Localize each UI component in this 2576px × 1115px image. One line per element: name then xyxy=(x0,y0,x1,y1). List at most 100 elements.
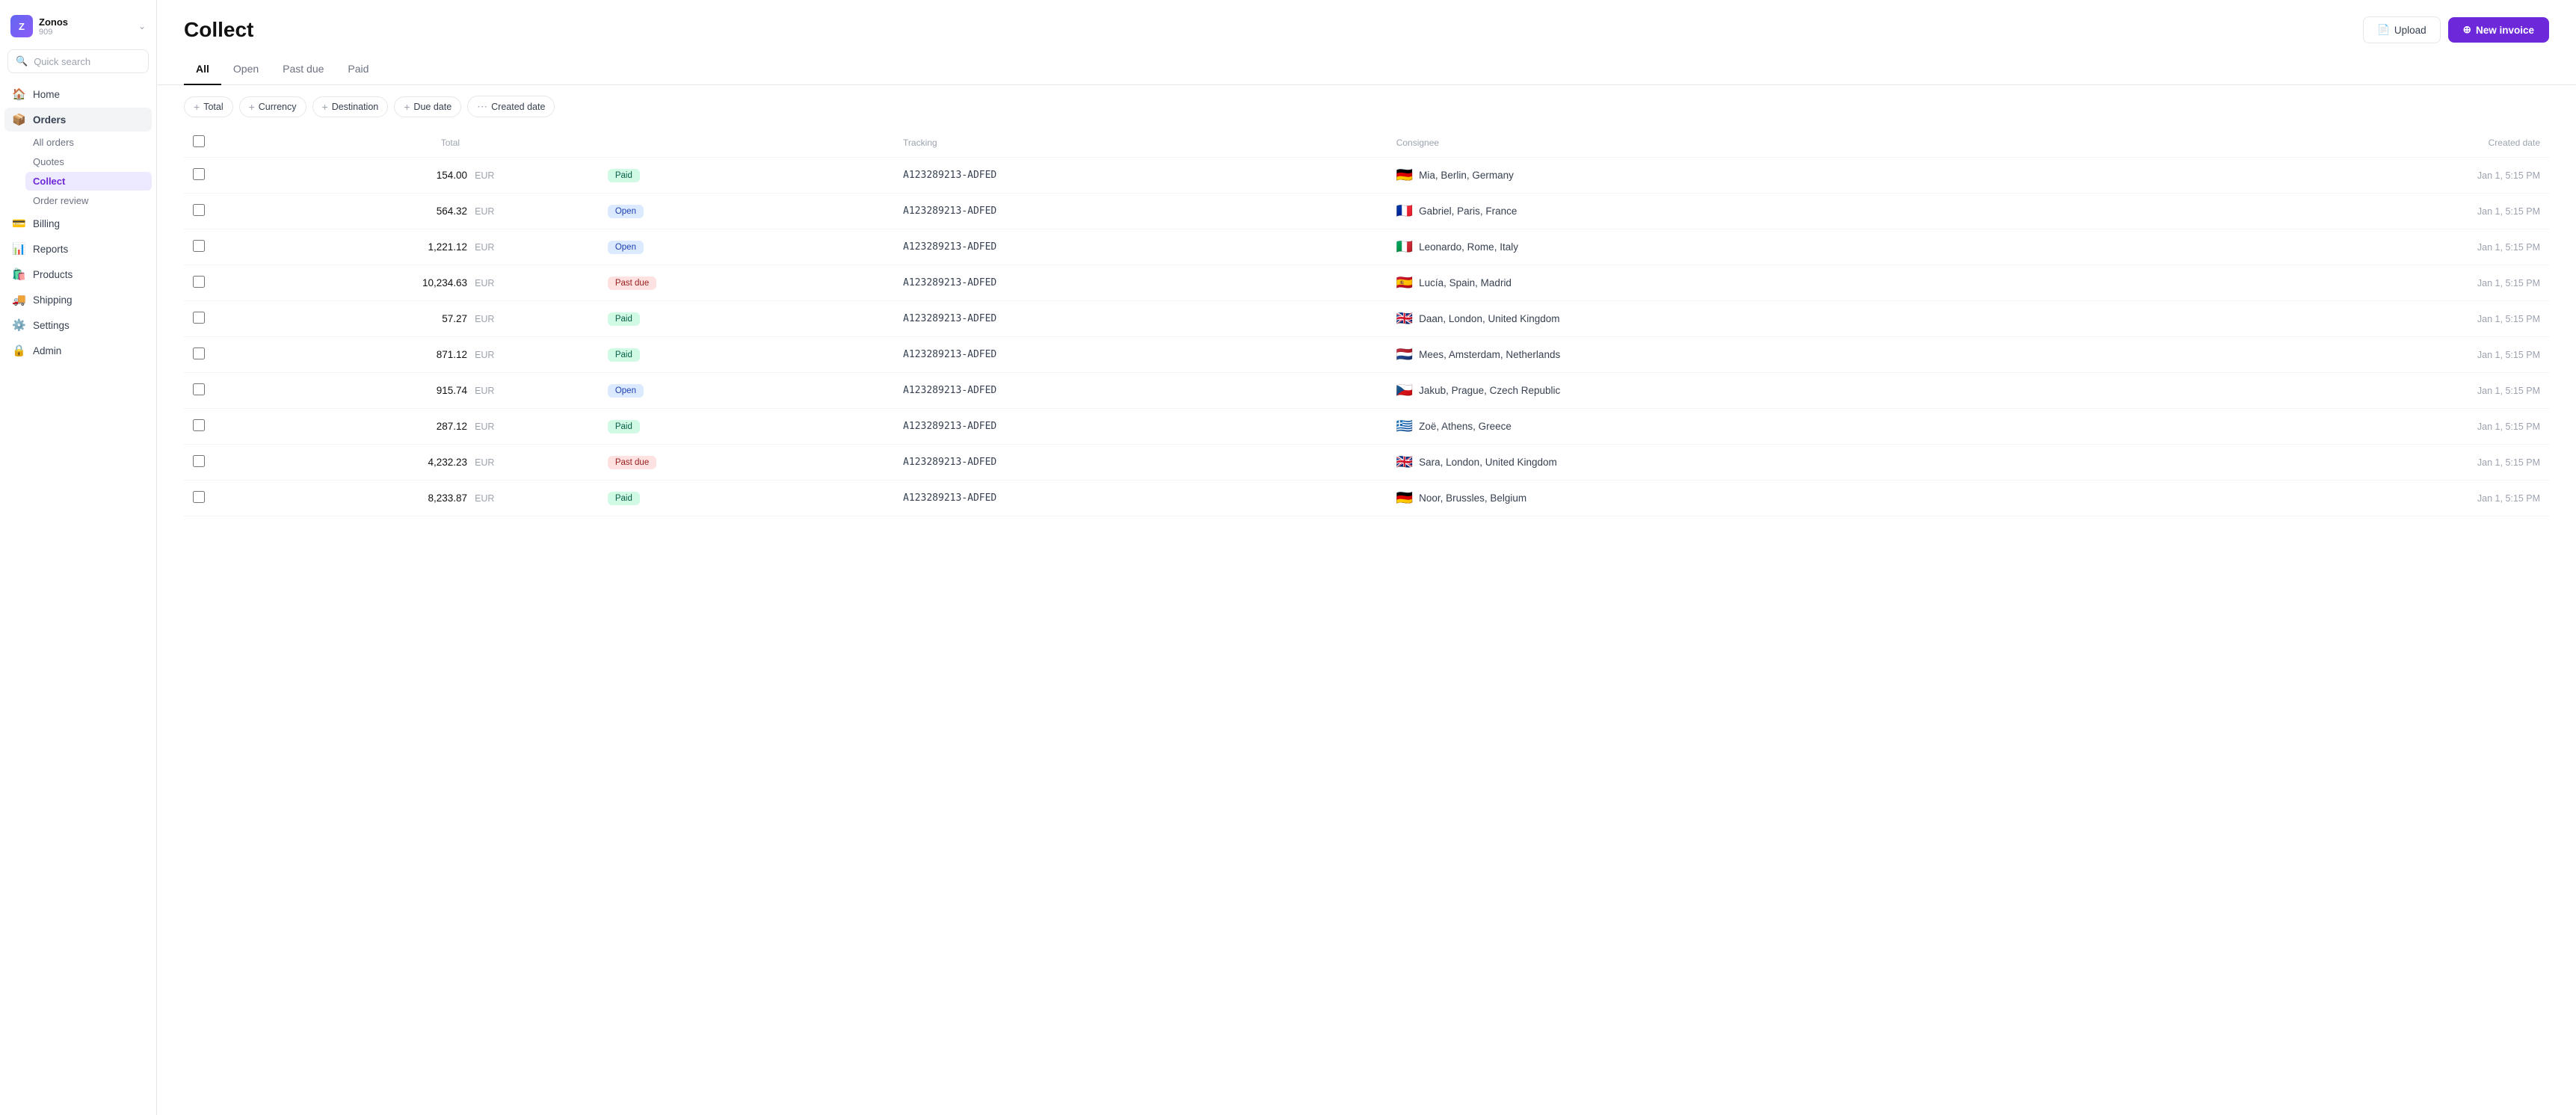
table-row: 915.74 EUR Open A123289213-ADFED 🇨🇿 Jaku… xyxy=(184,373,2549,409)
invoice-total: 154.00 xyxy=(214,158,472,194)
invoice-status: Paid xyxy=(599,158,894,194)
invoice-currency: EUR xyxy=(472,445,599,481)
sidebar-item-label: Orders xyxy=(33,114,66,126)
sidebar-item-reports[interactable]: 📊 Reports xyxy=(4,237,152,261)
table-row: 154.00 EUR Paid A123289213-ADFED 🇩🇪 Mia,… xyxy=(184,158,2549,194)
invoice-tracking[interactable]: A123289213-ADFED xyxy=(894,301,1387,337)
filter-due-date[interactable]: + Due date xyxy=(394,96,461,117)
sidebar-item-label: Shipping xyxy=(33,294,73,306)
filter-total[interactable]: + Total xyxy=(184,96,233,117)
select-all-checkbox[interactable] xyxy=(193,135,205,147)
settings-icon: ⚙️ xyxy=(12,318,25,332)
filter-label: Due date xyxy=(413,102,452,112)
filter-label: Created date xyxy=(491,102,545,112)
col-created-date: Created date xyxy=(2192,128,2549,158)
invoice-status: Paid xyxy=(599,337,894,373)
sidebar-item-orders[interactable]: 📦 Orders xyxy=(4,108,152,132)
sidebar-item-collect[interactable]: Collect xyxy=(25,172,152,191)
invoice-total: 915.74 xyxy=(214,373,472,409)
sidebar-item-label: Settings xyxy=(33,320,70,331)
invoice-date: Jan 1, 5:15 PM xyxy=(2192,301,2549,337)
consignee-name: Sara, London, United Kingdom xyxy=(1419,457,1557,468)
table-row: 4,232.23 EUR Past due A123289213-ADFED 🇬… xyxy=(184,445,2549,481)
tab-paid[interactable]: Paid xyxy=(336,57,380,85)
sidebar-item-order-review[interactable]: Order review xyxy=(25,191,152,210)
invoice-tracking[interactable]: A123289213-ADFED xyxy=(894,337,1387,373)
sidebar-item-billing[interactable]: 💳 Billing xyxy=(4,211,152,235)
invoice-date: Jan 1, 5:15 PM xyxy=(2192,481,2549,516)
row-checkbox[interactable] xyxy=(193,168,205,180)
plus-icon: + xyxy=(404,101,410,113)
invoice-total: 57.27 xyxy=(214,301,472,337)
sidebar-item-quotes[interactable]: Quotes xyxy=(25,152,152,171)
invoice-tracking[interactable]: A123289213-ADFED xyxy=(894,158,1387,194)
invoice-consignee: 🇮🇹 Leonardo, Rome, Italy xyxy=(1387,229,2193,265)
invoice-currency: EUR xyxy=(472,158,599,194)
invoice-currency: EUR xyxy=(472,337,599,373)
tab-all[interactable]: All xyxy=(184,57,221,85)
col-tracking: Tracking xyxy=(894,128,1387,158)
invoice-consignee: 🇫🇷 Gabriel, Paris, France xyxy=(1387,194,2193,229)
invoice-status: Open xyxy=(599,373,894,409)
row-checkbox[interactable] xyxy=(193,348,205,359)
country-flag: 🇮🇹 xyxy=(1396,239,1413,255)
invoice-total: 10,234.63 xyxy=(214,265,472,301)
new-invoice-button[interactable]: ⊕ New invoice xyxy=(2448,17,2549,43)
invoice-status: Open xyxy=(599,229,894,265)
status-badge: Paid xyxy=(608,492,640,505)
country-flag: 🇩🇪 xyxy=(1396,167,1413,183)
brand-id: 909 xyxy=(39,28,68,37)
filter-created-date[interactable]: ⋯ Created date xyxy=(467,96,555,117)
sidebar-item-all-orders[interactable]: All orders xyxy=(25,133,152,152)
row-checkbox[interactable] xyxy=(193,312,205,324)
nav-section: 🏠 Home 📦 Orders All orders Quotes Collec… xyxy=(0,82,156,364)
col-status xyxy=(599,128,894,158)
invoice-tracking[interactable]: A123289213-ADFED xyxy=(894,445,1387,481)
sidebar-item-admin[interactable]: 🔒 Admin xyxy=(4,339,152,362)
sidebar-item-products[interactable]: 🛍️ Products xyxy=(4,262,152,286)
country-flag: 🇬🇷 xyxy=(1396,418,1413,434)
invoice-date: Jan 1, 5:15 PM xyxy=(2192,158,2549,194)
row-checkbox[interactable] xyxy=(193,276,205,288)
brand[interactable]: Z Zonos 909 xyxy=(10,15,68,37)
invoice-status: Paid xyxy=(599,481,894,516)
invoice-tracking[interactable]: A123289213-ADFED xyxy=(894,373,1387,409)
invoice-tracking[interactable]: A123289213-ADFED xyxy=(894,409,1387,445)
tab-past-due[interactable]: Past due xyxy=(271,57,336,85)
invoice-consignee: 🇩🇪 Noor, Brussles, Belgium xyxy=(1387,481,2193,516)
invoice-currency: EUR xyxy=(472,373,599,409)
products-icon: 🛍️ xyxy=(12,268,25,281)
sidebar-item-home[interactable]: 🏠 Home xyxy=(4,82,152,106)
invoice-tracking[interactable]: A123289213-ADFED xyxy=(894,194,1387,229)
row-checkbox[interactable] xyxy=(193,419,205,431)
row-checkbox[interactable] xyxy=(193,204,205,216)
table-row: 871.12 EUR Paid A123289213-ADFED 🇳🇱 Mees… xyxy=(184,337,2549,373)
row-checkbox[interactable] xyxy=(193,240,205,252)
filter-currency[interactable]: + Currency xyxy=(239,96,306,117)
invoice-date: Jan 1, 5:15 PM xyxy=(2192,373,2549,409)
tab-open[interactable]: Open xyxy=(221,57,271,85)
invoice-total: 871.12 xyxy=(214,337,472,373)
consignee-name: Zoë, Athens, Greece xyxy=(1419,421,1512,432)
sidebar-item-settings[interactable]: ⚙️ Settings xyxy=(4,313,152,337)
upload-button[interactable]: 📄 Upload xyxy=(2363,16,2441,43)
quick-search[interactable]: 🔍 Quick search xyxy=(7,49,149,73)
row-checkbox[interactable] xyxy=(193,383,205,395)
invoice-total: 4,232.23 xyxy=(214,445,472,481)
filter-destination[interactable]: + Destination xyxy=(312,96,389,117)
invoice-tracking[interactable]: A123289213-ADFED xyxy=(894,481,1387,516)
invoice-tracking[interactable]: A123289213-ADFED xyxy=(894,265,1387,301)
invoice-status: Paid xyxy=(599,301,894,337)
row-checkbox[interactable] xyxy=(193,455,205,467)
sidebar-item-label: Admin xyxy=(33,345,61,356)
invoice-status: Past due xyxy=(599,445,894,481)
row-checkbox[interactable] xyxy=(193,491,205,503)
plus-icon: ⋯ xyxy=(477,100,487,113)
sidebar-item-shipping[interactable]: 🚚 Shipping xyxy=(4,288,152,312)
chevron-down-icon[interactable]: ⌄ xyxy=(138,21,146,31)
filter-label: Destination xyxy=(332,102,379,112)
plus-circle-icon: ⊕ xyxy=(2463,24,2471,36)
consignee-name: Lucía, Spain, Madrid xyxy=(1419,277,1512,288)
country-flag: 🇨🇿 xyxy=(1396,383,1413,398)
invoice-tracking[interactable]: A123289213-ADFED xyxy=(894,229,1387,265)
